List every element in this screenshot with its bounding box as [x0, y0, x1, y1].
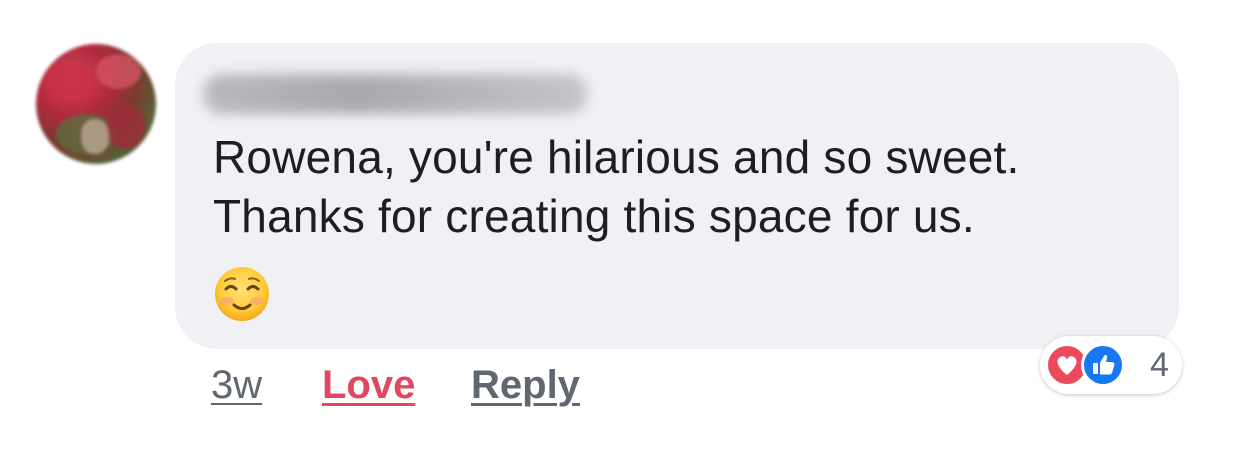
reply-button[interactable]: Reply	[471, 362, 580, 408]
reactions-summary[interactable]: 4	[1040, 336, 1182, 394]
comment-text-line-1: Rowena, you're hilarious and so sweet.	[213, 131, 1020, 183]
love-button[interactable]: Love	[322, 362, 415, 408]
avatar[interactable]	[36, 44, 156, 164]
comment-text: Rowena, you're hilarious and so sweet. T…	[213, 128, 1163, 246]
smiling-face-icon	[213, 265, 271, 323]
reaction-count: 4	[1150, 346, 1169, 384]
thumbs-up-icon	[1081, 343, 1125, 387]
author-name-blurred[interactable]	[203, 74, 588, 114]
comment-container: Rowena, you're hilarious and so sweet. T…	[0, 0, 1242, 451]
timestamp-link[interactable]: 3w	[211, 362, 262, 408]
comment-text-line-2: Thanks for creating this space for us.	[213, 190, 975, 242]
